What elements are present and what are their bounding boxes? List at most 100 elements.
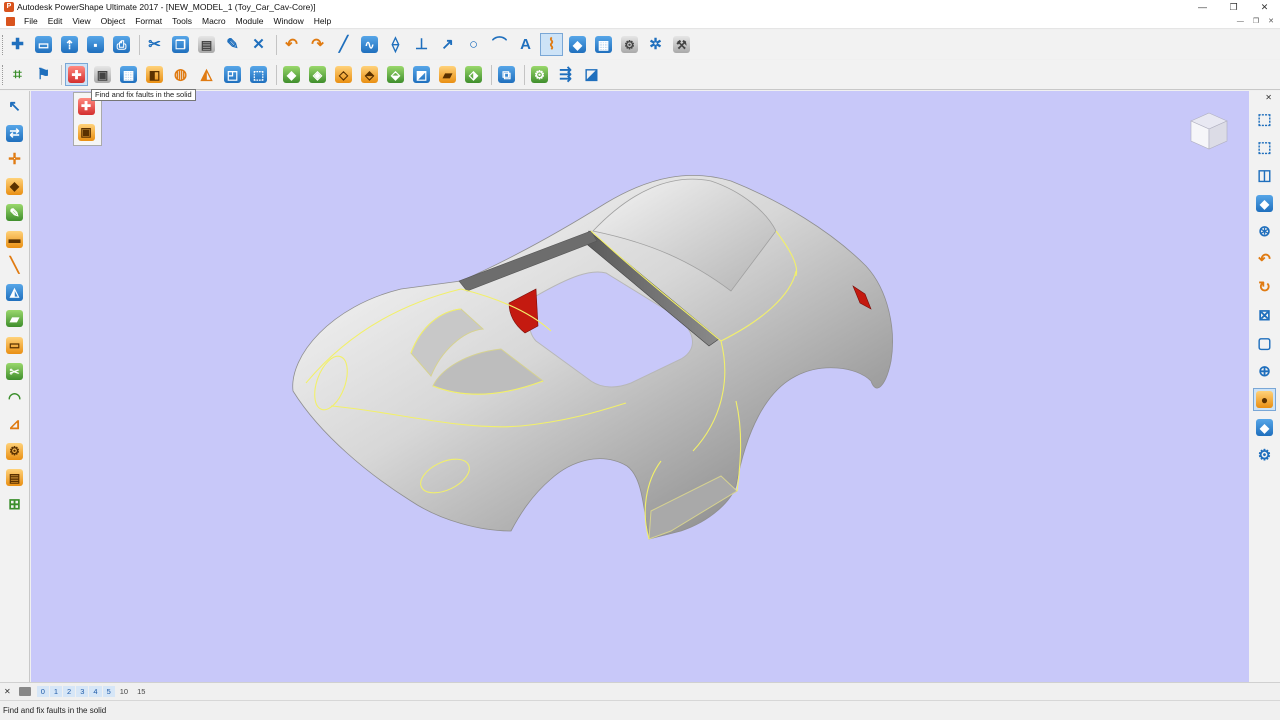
extrude-button[interactable]: ⬘ (358, 63, 381, 86)
solid-tool-button[interactable]: ◭ (3, 281, 26, 304)
mesh-tool-button[interactable]: ✂ (3, 360, 26, 383)
group-button[interactable]: ⚙ (528, 63, 551, 86)
menu-macro[interactable]: Macro (197, 16, 231, 26)
workplane-button[interactable]: ⊥ (410, 33, 433, 56)
point-button[interactable]: ✛ (3, 148, 26, 171)
arc-tool-button[interactable]: ✎ (3, 201, 26, 224)
dimension-button[interactable]: ↗ (436, 33, 459, 56)
surface-button[interactable]: ⟠ (384, 33, 407, 56)
copy-button[interactable]: ❐ (169, 33, 192, 56)
cut-button[interactable]: ✂ (143, 33, 166, 56)
undo-button[interactable]: ↶ (280, 33, 303, 56)
block-button[interactable]: ▦ (117, 63, 140, 86)
solid-button[interactable]: ◆ (566, 33, 589, 56)
dimension-tool-button[interactable]: ▭ (3, 334, 26, 357)
section-button[interactable]: ◍ (169, 63, 192, 86)
paste-button[interactable]: ▤ (195, 33, 218, 56)
level-button[interactable]: 15 (133, 686, 149, 697)
analysis-button[interactable]: ⇶ (554, 63, 577, 86)
workplane-tool-button[interactable]: ◠ (3, 387, 26, 410)
level-button[interactable]: 3 (76, 685, 89, 697)
draft-button[interactable]: ◇ (332, 63, 355, 86)
surface-tool-button[interactable]: ╲ (3, 254, 26, 277)
close-window-button[interactable]: ✕ (1249, 0, 1280, 14)
assembly-button[interactable]: ⚙ (618, 33, 641, 56)
text-tool-button[interactable]: ▰ (3, 307, 26, 330)
redo-button[interactable]: ↷ (306, 33, 329, 56)
view-rotate-button[interactable]: ⊛ (1253, 220, 1276, 243)
graphics-viewport[interactable] (31, 91, 1249, 682)
view-right-button[interactable]: ◫ (1253, 164, 1276, 187)
surface-modelling-button[interactable]: ▦ (592, 33, 615, 56)
car-body-model[interactable] (292, 174, 893, 540)
document-icon[interactable] (6, 16, 15, 26)
text-button[interactable]: A (514, 33, 537, 56)
fix-faults-button[interactable]: ✚ (65, 63, 88, 86)
save-button[interactable]: ▪ (84, 33, 107, 56)
menu-file[interactable]: File (19, 16, 43, 26)
edit-button[interactable]: ✎ (221, 33, 244, 56)
print-button[interactable]: ⎙ (110, 33, 133, 56)
zoom-fit-button[interactable]: ⊠ (1253, 304, 1276, 327)
trim-tool-button[interactable]: ⚙ (3, 440, 26, 463)
wireframe-tool-button[interactable]: ▤ (3, 466, 26, 489)
close-toolbar-icon[interactable]: ✕ (1265, 93, 1272, 102)
menu-module[interactable]: Module (231, 16, 269, 26)
arc-button[interactable]: ⌒ (488, 33, 511, 56)
line-button[interactable]: ╱ (332, 33, 355, 56)
view-iso-button[interactable]: ◆ (1253, 192, 1276, 215)
line-tool-button[interactable]: ◆ (3, 175, 26, 198)
repair-solid-button[interactable]: ▣ (75, 121, 98, 144)
doc-restore-button[interactable]: ❐ (1253, 14, 1259, 29)
drafting-button[interactable]: ⌗ (6, 63, 29, 86)
view-top-button[interactable]: ⬚ (1253, 108, 1276, 131)
menu-object[interactable]: Object (96, 16, 131, 26)
menu-view[interactable]: View (67, 16, 95, 26)
fill-tool-button[interactable]: ⊞ (3, 493, 26, 516)
boolean-button[interactable]: ◈ (306, 63, 329, 86)
slice-button[interactable]: ◧ (143, 63, 166, 86)
circle-button[interactable]: ○ (462, 33, 485, 56)
curve-tool-button[interactable]: ▬ (3, 228, 26, 251)
curve-button[interactable]: ∿ (358, 33, 381, 56)
undo-view-button[interactable]: ↶ (1253, 248, 1276, 271)
redo-view-button[interactable]: ↻ (1253, 276, 1276, 299)
zoom-box-button[interactable]: ▢ (1253, 332, 1276, 355)
level-button[interactable]: 4 (89, 685, 102, 697)
composite-curve-button[interactable]: ⌇ (540, 33, 563, 56)
doc-minimize-button[interactable]: — (1237, 14, 1244, 29)
level-button[interactable]: 5 (102, 685, 115, 697)
pattern-button[interactable]: ▰ (436, 63, 459, 86)
selection-filter-button[interactable]: ⇄ (3, 122, 26, 145)
menu-window[interactable]: Window (269, 16, 309, 26)
view-front-button[interactable]: ⬚ (1253, 136, 1276, 159)
toolkit-button[interactable]: ⚒ (670, 33, 693, 56)
doc-close-button[interactable]: ✕ (1268, 14, 1274, 29)
wizard-button[interactable]: ✲ (644, 33, 667, 56)
delete-button[interactable]: ✕ (247, 33, 270, 56)
split-button[interactable]: ◩ (410, 63, 433, 86)
fillet-button[interactable]: ◰ (221, 63, 244, 86)
revolve-button[interactable]: ⬙ (384, 63, 407, 86)
wireframe-shading-button[interactable]: ⊕ (1253, 360, 1276, 383)
preferences-button[interactable]: ⚙ (1253, 444, 1276, 467)
select-button[interactable]: ↖ (3, 95, 26, 118)
menu-tools[interactable]: Tools (167, 16, 197, 26)
menu-help[interactable]: Help (309, 16, 336, 26)
menu-format[interactable]: Format (130, 16, 167, 26)
import-button[interactable]: ⇡ (58, 33, 81, 56)
shaded-button[interactable]: ● (1253, 388, 1276, 411)
shell-button[interactable]: ◭ (195, 63, 218, 86)
menu-edit[interactable]: Edit (43, 16, 68, 26)
mirror-button[interactable]: ⧉ (495, 63, 518, 86)
lighting-button[interactable]: ◆ (1253, 416, 1276, 439)
view-cube[interactable] (1187, 109, 1231, 153)
view-solid-button[interactable]: ◪ (580, 63, 603, 86)
solid-tree-button[interactable]: ▣ (91, 63, 114, 86)
new-model-button[interactable]: ✚ (6, 33, 29, 56)
electrode-tool-button[interactable]: ⊿ (3, 413, 26, 436)
transform-button[interactable]: ⬗ (462, 63, 485, 86)
level-button[interactable]: 0 (36, 685, 49, 697)
box-button[interactable]: ⬚ (247, 63, 270, 86)
open-button[interactable]: ▭ (32, 33, 55, 56)
